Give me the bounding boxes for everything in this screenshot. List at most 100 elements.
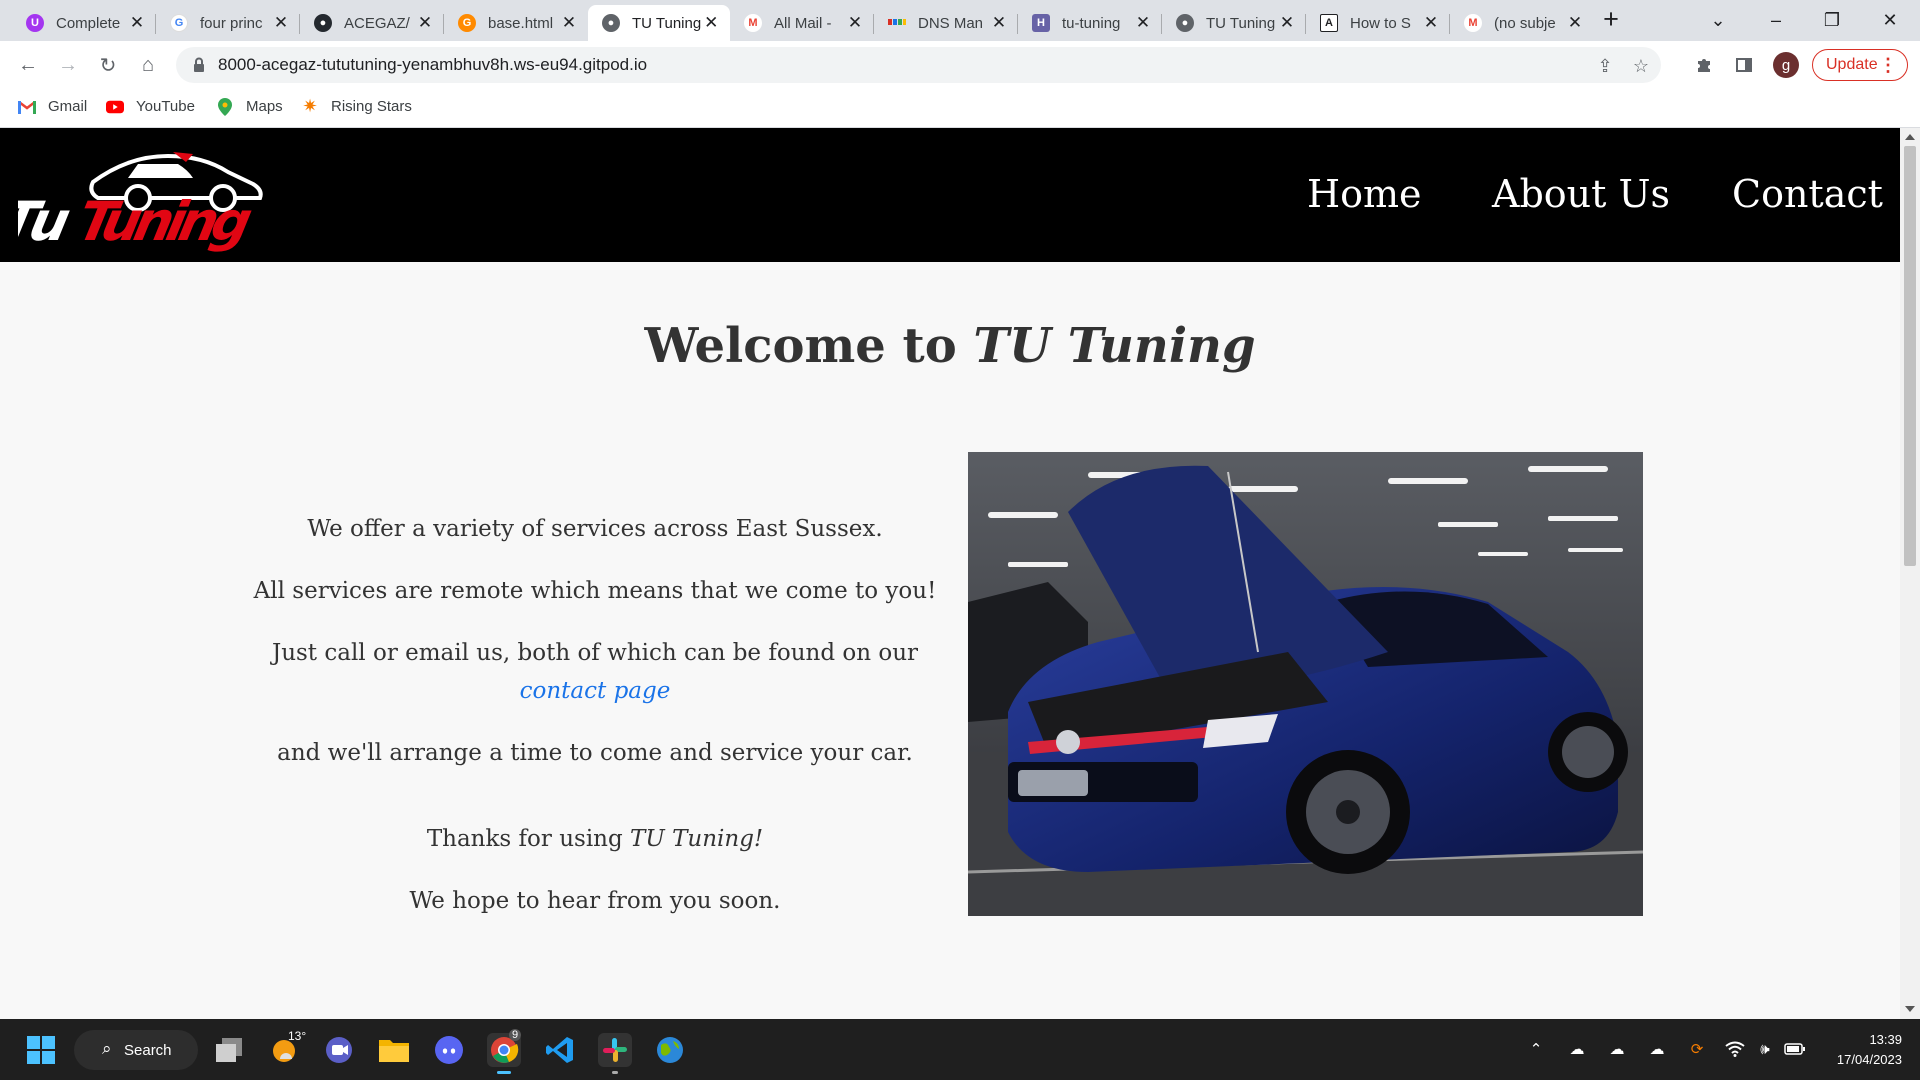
tab-title: How to S <box>1350 14 1411 32</box>
taskbar-search[interactable]: ⌕ Search <box>74 1030 198 1070</box>
tab-search-chevron-icon[interactable]: ⌄ <box>1690 0 1746 41</box>
file-explorer-icon[interactable] <box>377 1033 411 1067</box>
clock-time: 13:39 <box>1869 1032 1902 1047</box>
cloud-sync-icon[interactable]: ☁ <box>1606 1039 1628 1059</box>
bookmark-maps[interactable]: Maps <box>216 97 283 116</box>
profile-avatar[interactable]: g <box>1773 52 1799 78</box>
battery-icon[interactable] <box>1784 1039 1806 1059</box>
tab-title: TU Tuning <box>632 14 702 32</box>
browser-tab[interactable]: G four princ ✕ <box>156 5 300 41</box>
globe-icon: ● <box>602 14 620 32</box>
task-view-icon[interactable] <box>212 1033 246 1067</box>
bookmark-rising-stars[interactable]: ✷ Rising Stars <box>301 96 411 116</box>
contact-paragraph: Just call or email us, both of which can… <box>240 634 950 710</box>
close-tab-icon[interactable]: ✕ <box>560 13 578 33</box>
weather-temp: 13° <box>288 1029 307 1043</box>
kebab-menu-icon[interactable]: ⋮ <box>1879 55 1897 76</box>
browser-tab[interactable]: U Complete ✕ <box>12 5 156 41</box>
forward-arrow-icon[interactable]: → <box>54 51 82 79</box>
scroll-down-arrow-icon[interactable] <box>1905 1006 1915 1012</box>
bookmark-label: Maps <box>246 98 283 115</box>
scrollbar-thumb[interactable] <box>1904 146 1916 566</box>
bookmark-label: Gmail <box>48 98 88 115</box>
wifi-icon[interactable] <box>1724 1039 1746 1059</box>
car-photo <box>968 452 1643 916</box>
update-button[interactable]: Update ⋮ <box>1812 49 1908 81</box>
gmail-icon <box>18 99 36 115</box>
cloud-sync-icon[interactable]: ☁ <box>1566 1039 1588 1059</box>
system-clock[interactable]: 13:39 17/04/2023 <box>1822 1030 1902 1070</box>
cloud-sync-icon[interactable]: ☁ <box>1646 1039 1668 1059</box>
nav-contact-link[interactable]: Contact <box>1732 172 1883 216</box>
teams-meet-icon[interactable] <box>322 1033 356 1067</box>
welcome-prefix: Welcome to <box>644 318 974 374</box>
close-window-button[interactable]: ✕ <box>1862 0 1918 41</box>
arrange-paragraph: and we'll arrange a time to come and ser… <box>277 740 913 766</box>
extensions-puzzle-icon[interactable] <box>1690 51 1718 79</box>
bookmark-gmail[interactable]: Gmail <box>18 98 87 115</box>
bookmarks-bar: Gmail YouTube Maps ✷ Rising Stars <box>0 89 1920 128</box>
tab-title: (no subje <box>1494 14 1556 32</box>
new-tab-button[interactable]: + <box>1596 4 1626 35</box>
close-tab-icon[interactable]: ✕ <box>1422 13 1440 33</box>
share-icon[interactable]: ⇪ <box>1594 55 1616 77</box>
nav-about-link[interactable]: About Us <box>1492 172 1670 216</box>
bookmark-star-icon[interactable]: ☆ <box>1630 55 1652 77</box>
browser-tab[interactable]: G base.html ✕ <box>444 5 588 41</box>
nav-home-link[interactable]: Home <box>1307 172 1422 216</box>
vscode-icon[interactable] <box>543 1033 577 1067</box>
weather-icon[interactable]: 13° <box>268 1029 306 1067</box>
browser-tab[interactable]: H tu-tuning ✕ <box>1018 5 1162 41</box>
bookmark-youtube[interactable]: YouTube <box>106 98 195 115</box>
scroll-up-arrow-icon[interactable] <box>1905 134 1915 140</box>
globe-app-icon[interactable] <box>653 1033 687 1067</box>
browser-tab[interactable]: DNS Man ✕ <box>874 5 1018 41</box>
browser-tab-active[interactable]: ● TU Tuning ✕ <box>588 5 730 41</box>
browser-tab[interactable]: M All Mail - ✕ <box>730 5 874 41</box>
windows-start-icon[interactable] <box>24 1033 58 1067</box>
contact-page-link[interactable]: contact page <box>520 678 671 704</box>
sync-update-icon[interactable]: ⟳ <box>1686 1039 1708 1059</box>
close-tab-icon[interactable]: ✕ <box>1134 13 1152 33</box>
chrome-badge: 9 <box>509 1029 522 1041</box>
dns-icon <box>888 14 906 32</box>
volume-icon[interactable]: 🕪 <box>1754 1039 1776 1059</box>
close-tab-icon[interactable]: ✕ <box>702 13 720 33</box>
search-label: Search <box>124 1041 172 1059</box>
browser-tab[interactable]: ● ACEGAZ/ ✕ <box>300 5 444 41</box>
close-tab-icon[interactable]: ✕ <box>416 13 434 33</box>
tu-tuning-logo[interactable]: Tu Tuning <box>18 142 268 252</box>
side-panel-icon[interactable] <box>1730 51 1758 79</box>
tab-title: base.html <box>488 14 554 32</box>
discord-icon[interactable] <box>432 1033 466 1067</box>
home-icon[interactable]: ⌂ <box>134 51 162 79</box>
close-tab-icon[interactable]: ✕ <box>846 13 864 33</box>
chrome-taskbar-icon[interactable]: 9 <box>487 1029 522 1074</box>
address-bar[interactable]: 8000-acegaz-tututuning-yenambhuv8h.ws-eu… <box>176 47 1661 83</box>
restore-button[interactable]: ❐ <box>1804 0 1860 41</box>
site-header: Tu Tuning Home About Us Contact <box>0 128 1900 262</box>
tab-title: Complete <box>56 14 121 32</box>
services-paragraph: We offer a variety of services across Ea… <box>307 516 883 542</box>
contact-text: Just call or email us, both of which can… <box>271 640 919 666</box>
slack-icon[interactable] <box>598 1033 632 1074</box>
close-tab-icon[interactable]: ✕ <box>128 13 146 33</box>
minimize-button[interactable]: – <box>1748 0 1804 41</box>
show-hidden-icons-chevron[interactable]: ⌃ <box>1525 1039 1547 1059</box>
browser-tab[interactable]: A How to S ✕ <box>1306 5 1450 41</box>
close-tab-icon[interactable]: ✕ <box>990 13 1008 33</box>
browser-tab[interactable]: ● TU Tuning ✕ <box>1162 5 1306 41</box>
close-tab-icon[interactable]: ✕ <box>1566 13 1584 33</box>
url-text[interactable]: 8000-acegaz-tututuning-yenambhuv8h.ws-eu… <box>218 55 647 75</box>
thanks-brand: TU Tuning! <box>630 826 764 852</box>
reload-icon[interactable]: ↻ <box>94 51 122 79</box>
welcome-heading: Welcome to TU Tuning <box>0 318 1900 374</box>
tab-title: ACEGAZ/ <box>344 14 410 32</box>
page-scrollbar[interactable] <box>1900 128 1920 1019</box>
back-arrow-icon[interactable]: ← <box>14 51 42 79</box>
close-tab-icon[interactable]: ✕ <box>272 13 290 33</box>
close-tab-icon[interactable]: ✕ <box>1278 13 1296 33</box>
browser-tab[interactable]: M (no subje ✕ <box>1450 5 1594 41</box>
bookmark-label: YouTube <box>136 98 195 115</box>
tab-title: TU Tuning <box>1206 14 1276 32</box>
